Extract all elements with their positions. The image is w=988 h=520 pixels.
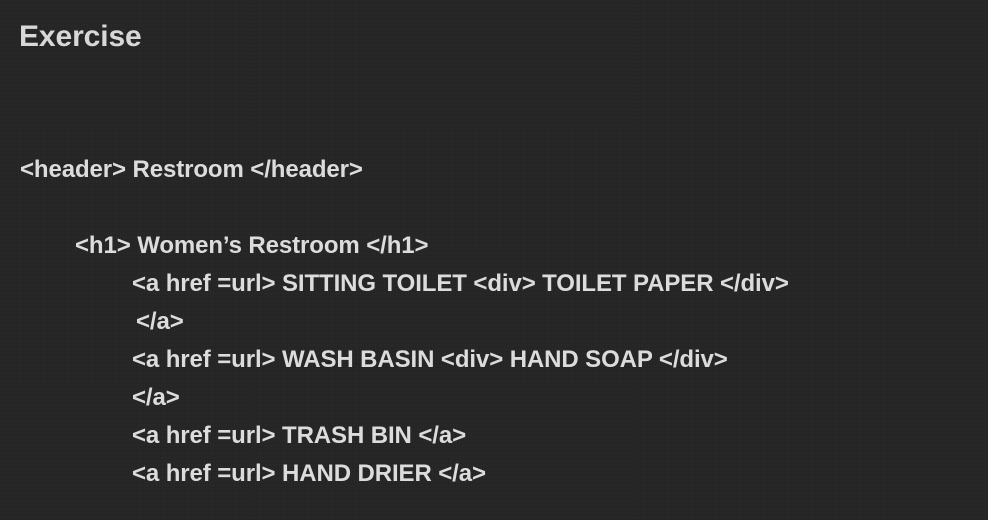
code-line-header: <header> Restroom </header> [20, 156, 363, 183]
code-line-h1: <h1> Women’s Restroom </h1> [75, 232, 429, 259]
code-line-hand-drier: <a href =url> HAND DRIER </a> [132, 460, 486, 487]
code-line-sitting-toilet: <a href =url> SITTING TOILET <div> TOILE… [132, 270, 789, 297]
code-line-close-anchor: </a> [136, 308, 184, 335]
document-title: Exercise [19, 20, 142, 53]
code-line-close-anchor: </a> [132, 384, 180, 411]
code-line-trash-bin: <a href =url> TRASH BIN </a> [132, 422, 466, 449]
code-line-wash-basin: <a href =url> WASH BASIN <div> HAND SOAP… [132, 346, 728, 373]
